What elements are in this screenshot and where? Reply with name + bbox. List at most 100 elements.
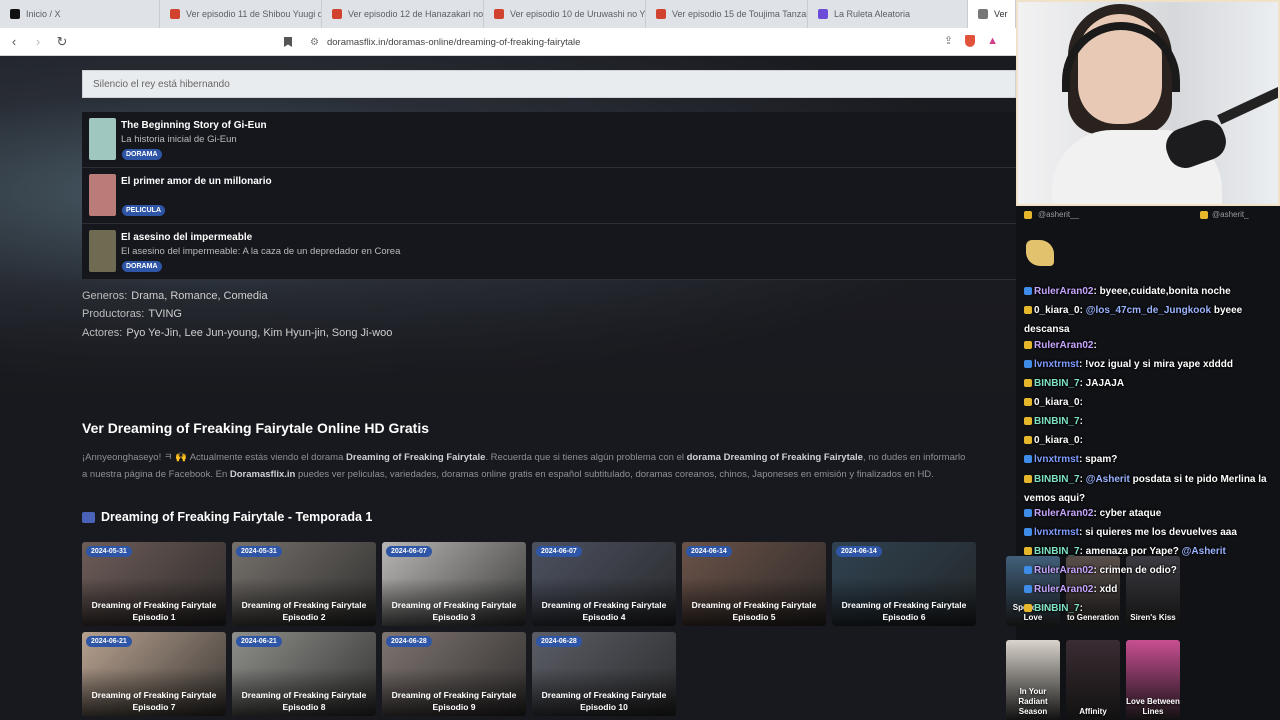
search-input[interactable]: Silencio el rey está hibernando: [82, 70, 1016, 98]
webcam-feed: [1016, 0, 1280, 206]
description-paragraph: ¡Annyeonghaseyo! ㅋ 🙌 Actualmente estás v…: [82, 449, 972, 483]
recommendation-thumb: Love Between Lines: [1126, 640, 1180, 720]
tab-strip: Inicio / X Ver episodio 11 de Shibou Yuug…: [0, 0, 1016, 28]
producers-row: Productoras: TVING: [82, 308, 182, 320]
favicon-icon: [656, 9, 666, 19]
forward-icon[interactable]: ›: [28, 32, 48, 52]
tab-label: La Ruleta Aleatoria: [834, 9, 911, 19]
chat-message: 0_kiara_0: @los_47cm_de_Jungkook byeee d…: [1024, 301, 1274, 339]
browser-tab[interactable]: Ver episodio 15 de Toujima Tanzabu: [646, 0, 808, 28]
search-result-item[interactable]: El asesino del impermeable El asesino del…: [82, 224, 1016, 280]
badge-icon: [1024, 287, 1032, 295]
episode-card[interactable]: 2024-06-28 Dreaming of Freaking Fairytale…: [382, 632, 526, 716]
favicon-icon: [818, 9, 828, 19]
tab-label: Ver episodio 11 de Shibou Yuugi de: [186, 9, 322, 19]
result-title: El asesino del impermeable: [121, 232, 253, 243]
chat-username: BINBIN_7: [1034, 416, 1080, 427]
episode-title: Dreaming of Freaking Fairytale: [391, 600, 517, 610]
back-icon[interactable]: ‹: [4, 32, 24, 52]
badge-icon: [1024, 360, 1032, 368]
chat-text: :: [1079, 603, 1083, 614]
episode-title: Dreaming of Freaking Fairytale: [541, 600, 667, 610]
episode-card[interactable]: 2024-06-14 Dreaming of Freaking Fairytale…: [682, 542, 826, 626]
social-icon: [1200, 210, 1208, 219]
badge-icon: [1024, 341, 1032, 349]
chat-username: RulerAran02: [1034, 340, 1094, 351]
chat-message: BINBIN_7: amenaza por Yape? @Asherit: [1024, 542, 1274, 561]
shield-icon[interactable]: [965, 34, 976, 47]
episode-number: Episodio 8: [282, 702, 326, 712]
chat-text: : amenaza por Yape?: [1079, 546, 1182, 557]
search-result-item[interactable]: El primer amor de un millonario PELICULA: [82, 168, 1016, 224]
chat-username: lvnxtrmst: [1034, 454, 1080, 465]
page-content: Silencio el rey está hibernando The Begi…: [0, 56, 1016, 720]
url-text: doramasflix.in/doramas-online/dreaming-o…: [326, 36, 581, 48]
episode-number: Episodio 10: [580, 702, 628, 712]
episode-card[interactable]: 2024-05-31 Dreaming of Freaking Fairytale…: [232, 542, 376, 626]
badge-icon: [1024, 455, 1032, 463]
episode-card[interactable]: 2024-06-21 Dreaming of Freaking Fairytale…: [232, 632, 376, 716]
episode-date-badge: 2024-06-21: [236, 636, 282, 647]
episode-card[interactable]: 2024-06-28 Dreaming of Freaking Fairytale…: [532, 632, 676, 716]
episode-title: Dreaming of Freaking Fairytale: [91, 600, 217, 610]
chat-username: 0_kiara_0: [1034, 435, 1080, 446]
episode-card[interactable]: 2024-06-14 Dreaming of Freaking Fairytale…: [832, 542, 976, 626]
site-info-icon[interactable]: ⚙: [310, 37, 319, 48]
para-text-4: puedes ver peliculas, variedades, dorama…: [295, 469, 934, 480]
handle-right: @asherit_: [1200, 210, 1249, 219]
search-result-item[interactable]: The Beginning Story of Gi-Eun La historia…: [82, 112, 1016, 168]
episode-title: Dreaming of Freaking Fairytale: [241, 690, 367, 700]
episode-card[interactable]: 2024-06-07 Dreaming of Freaking Fairytale…: [382, 542, 526, 626]
chat-message: 0_kiara_0:: [1024, 431, 1274, 450]
episode-title: Dreaming of Freaking Fairytale: [91, 690, 217, 700]
chat-text: : xdd: [1093, 584, 1118, 595]
chat-text: : crimen de odio?: [1093, 565, 1177, 576]
chat-username: RulerAran02: [1034, 286, 1094, 297]
episode-number: Episodio 6: [882, 612, 926, 622]
browser-tab[interactable]: Ver: [968, 0, 1016, 28]
episode-card[interactable]: 2024-06-21 Dreaming of Freaking Fairytale…: [82, 632, 226, 716]
chat-mention: @Asherit: [1181, 546, 1226, 557]
episode-card[interactable]: 2024-05-31 Dreaming of Freaking Fairytale…: [82, 542, 226, 626]
address-bar-row: ‹ › ↻ ⚙ doramasflix.in/doramas-online/dr…: [0, 28, 1016, 56]
browser-tab[interactable]: La Ruleta Aleatoria: [808, 0, 968, 28]
url-field[interactable]: ⚙ doramasflix.in/doramas-online/dreaming…: [284, 34, 580, 50]
producers-value: TVING: [148, 308, 182, 320]
browser-tab[interactable]: Ver episodio 10 de Uruwashi no Yoi: [484, 0, 646, 28]
chat-username: RulerAran02: [1034, 565, 1094, 576]
chat-username: BINBIN_7: [1034, 474, 1080, 485]
episode-date-badge: 2024-05-31: [236, 546, 282, 557]
thumb-title: In Your Radiant Season: [1018, 687, 1048, 716]
result-subtitle: La historia inicial de Gi-Eun: [121, 134, 237, 145]
result-subtitle: El asesino del impermeable: A la caza de…: [121, 246, 401, 257]
chat-text: :: [1079, 397, 1083, 408]
season-heading-text: Dreaming of Freaking Fairytale - Tempora…: [101, 510, 373, 524]
rewards-icon[interactable]: ▲: [987, 35, 998, 47]
chat-message: lvnxtrmst: spam?: [1024, 450, 1274, 469]
site-link[interactable]: Doramasflix.in: [230, 469, 295, 480]
episode-date-badge: 2024-06-28: [386, 636, 432, 647]
episode-date-badge: 2024-06-07: [536, 546, 582, 557]
genres-label: Generos:: [82, 290, 128, 302]
chat-message: lvnxtrmst: si quieres me los devuelves a…: [1024, 523, 1274, 542]
share-icon[interactable]: ⇪: [944, 34, 953, 47]
episode-title: Dreaming of Freaking Fairytale: [691, 600, 817, 610]
season-heading: Dreaming of Freaking Fairytale - Tempora…: [82, 510, 372, 524]
favicon-icon: [978, 9, 988, 19]
social-icon: [1024, 210, 1032, 219]
browser-tab[interactable]: Inicio / X: [0, 0, 160, 28]
episode-card[interactable]: 2024-06-07 Dreaming of Freaking Fairytale…: [532, 542, 676, 626]
browser-tab[interactable]: Ver episodio 12 de Hanazakari no Ki: [322, 0, 484, 28]
section-heading: Ver Dreaming of Freaking Fairytale Onlin…: [82, 420, 429, 436]
reload-icon[interactable]: ↻: [52, 32, 72, 52]
result-type-badge: DORAMA: [122, 261, 162, 272]
badge-icon: [1024, 436, 1032, 444]
chat-message: 0_kiara_0:: [1024, 393, 1274, 412]
badge-icon: [1024, 566, 1032, 574]
browser-tab[interactable]: Ver episodio 11 de Shibou Yuugi de: [160, 0, 322, 28]
para-bold-2: dorama Dreaming of Freaking Fairytale: [686, 452, 863, 463]
chat-username: RulerAran02: [1034, 584, 1094, 595]
chat-message: BINBIN_7: JAJAJA: [1024, 374, 1274, 393]
bookmark-icon[interactable]: [284, 37, 292, 47]
favicon-icon: [332, 9, 342, 19]
